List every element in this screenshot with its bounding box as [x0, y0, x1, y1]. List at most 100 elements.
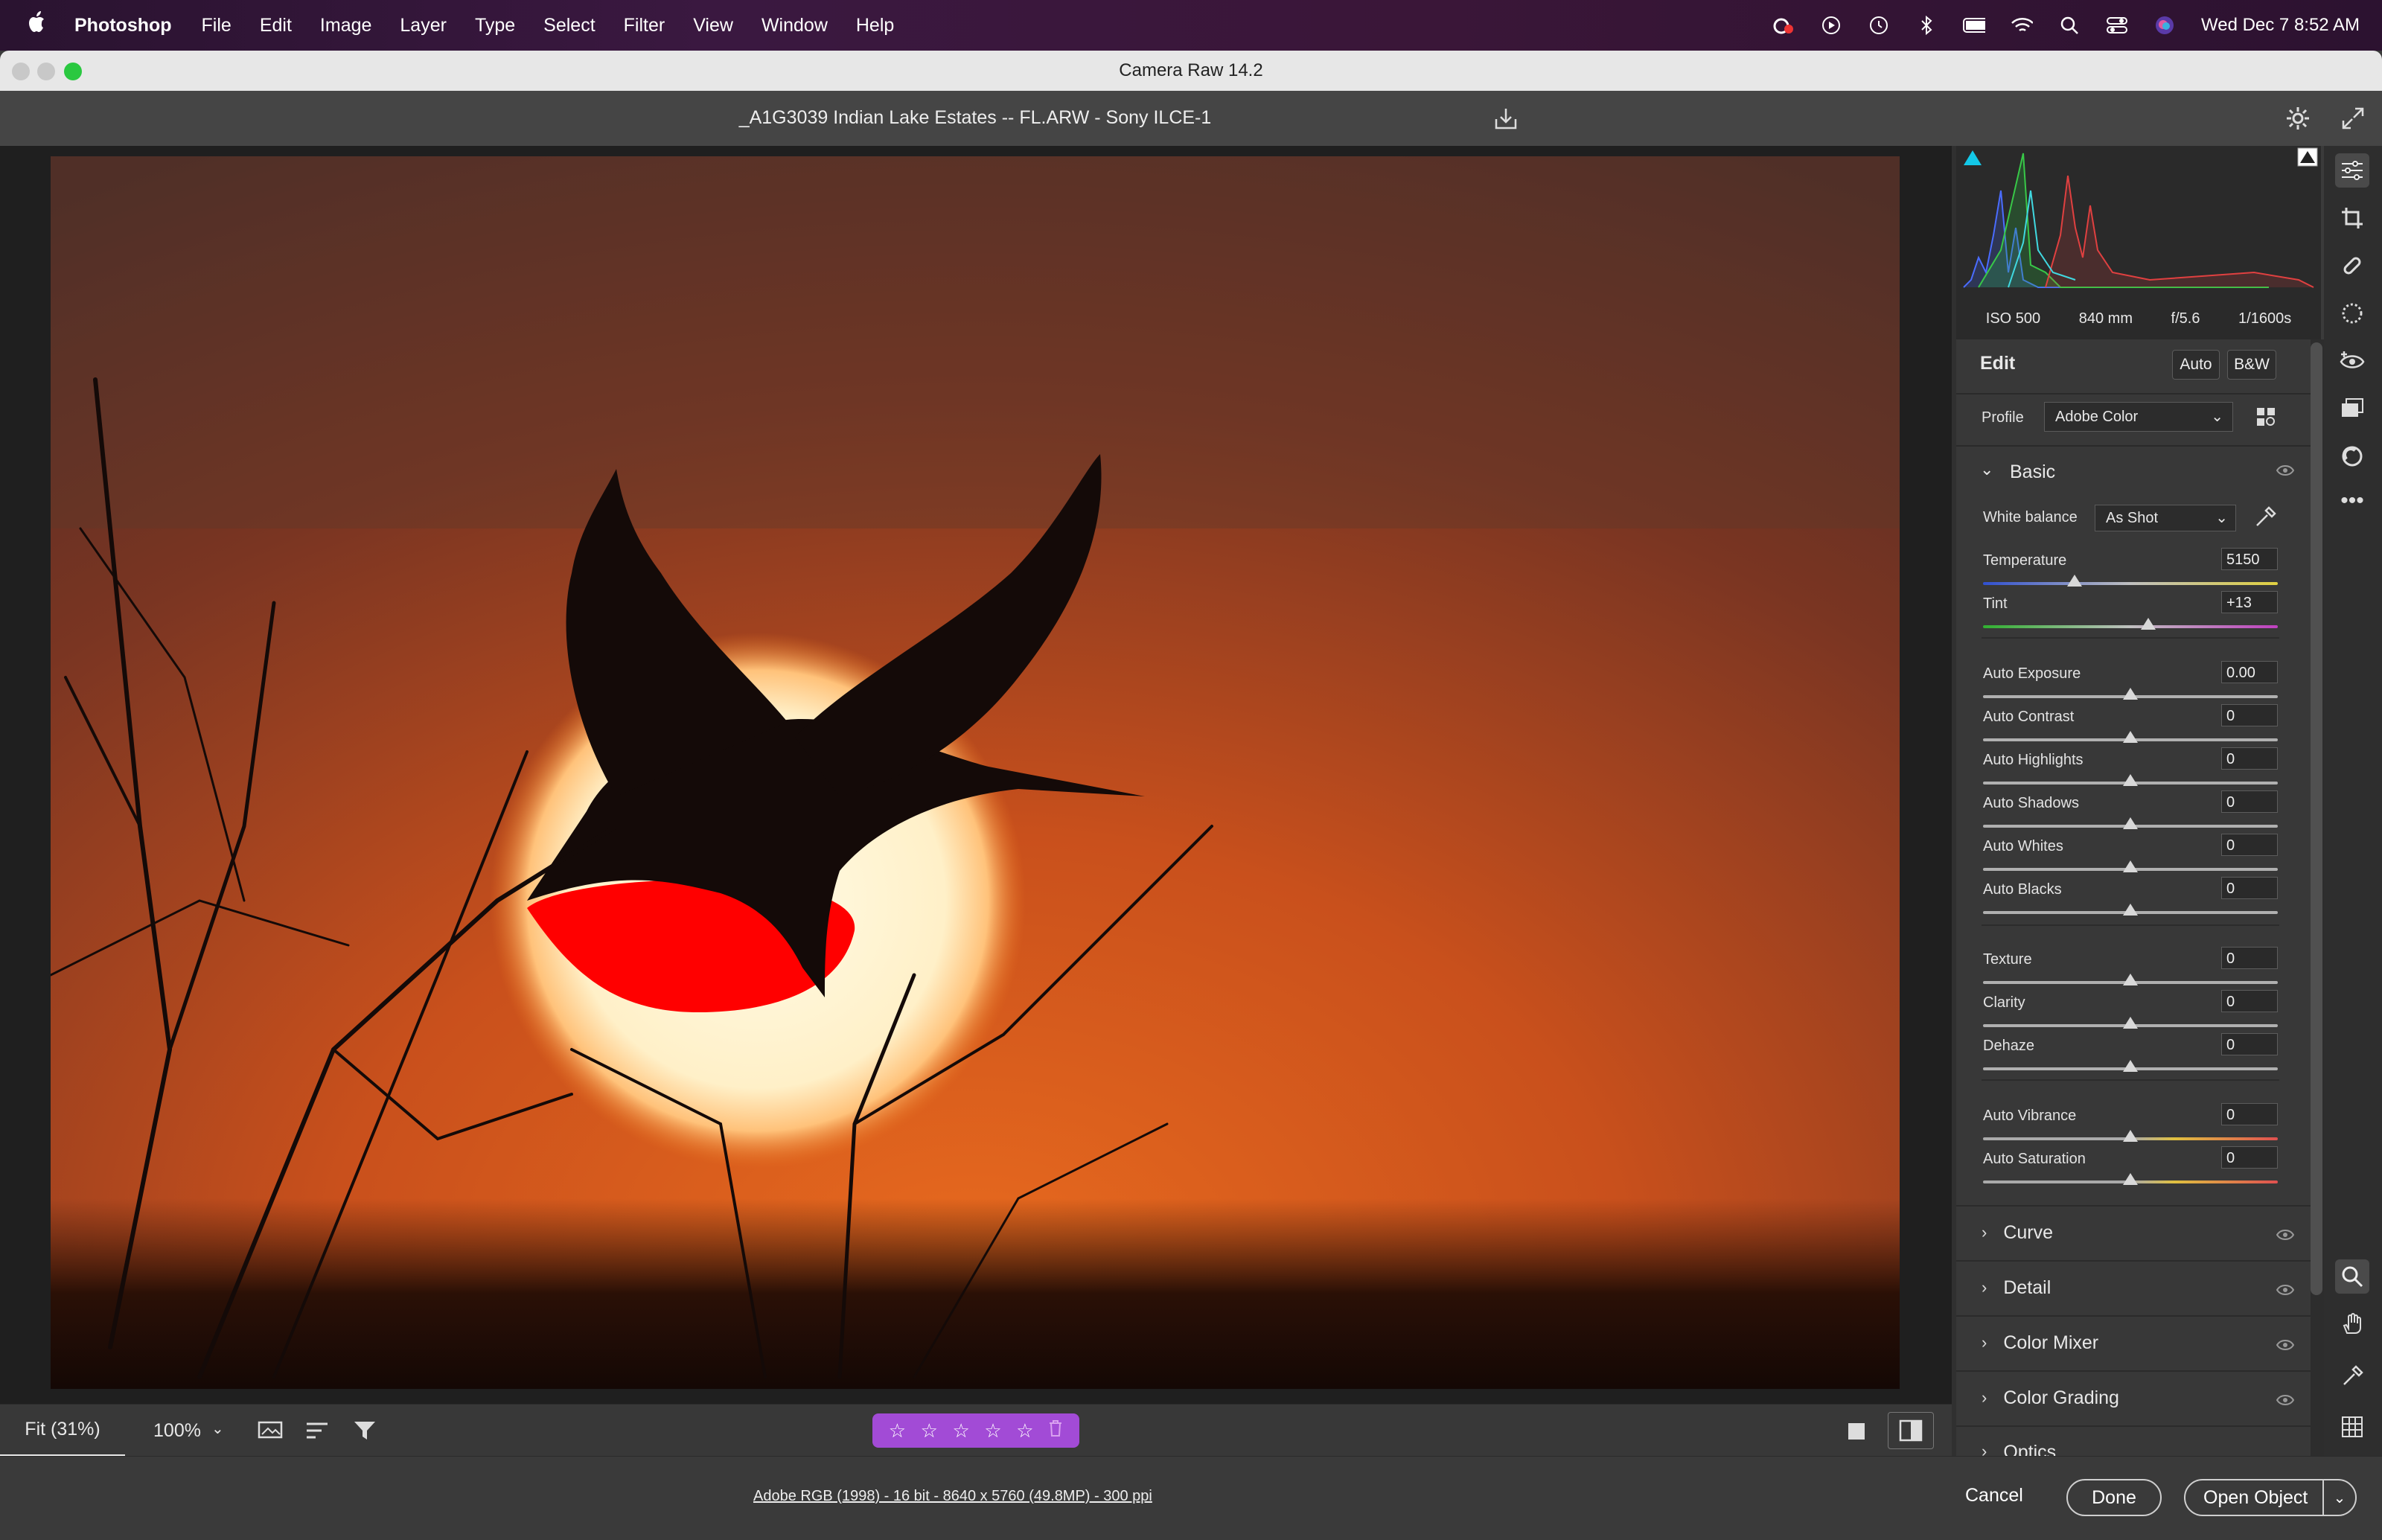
menu-filter[interactable]: Filter — [624, 15, 665, 36]
crop-icon[interactable] — [2335, 201, 2369, 235]
bluetooth-icon[interactable] — [1915, 14, 1938, 36]
bw-button[interactable]: B&W — [2227, 350, 2276, 380]
zoom-window-button[interactable] — [64, 63, 82, 80]
profile-select[interactable]: Adobe Color ⌄ — [2044, 402, 2233, 432]
auto-whites-value-input[interactable]: 0 — [2221, 834, 2278, 856]
panel-scrollbar-thumb[interactable] — [2311, 342, 2322, 1295]
texture-slider-thumb[interactable] — [2123, 974, 2138, 985]
section-optics[interactable]: › Optics — [1956, 1425, 2311, 1456]
menu-type[interactable]: Type — [475, 15, 515, 36]
grid-overlay-icon[interactable] — [2335, 1410, 2369, 1444]
temperature-slider-track[interactable] — [1983, 582, 2278, 585]
tint-slider-thumb[interactable] — [2140, 618, 2156, 630]
profile-browser-icon[interactable] — [2255, 406, 2278, 432]
auto-contrast-value-input[interactable]: 0 — [2221, 704, 2278, 726]
wifi-icon[interactable] — [2011, 14, 2033, 36]
menu-select[interactable]: Select — [543, 15, 595, 36]
sunset-bird-photo[interactable] — [51, 156, 1900, 1389]
red-eye-icon[interactable] — [2335, 344, 2369, 378]
detail-eye-icon[interactable] — [2276, 1279, 2295, 1297]
auto-whites-slider-thumb[interactable] — [2123, 860, 2138, 872]
menu-layer[interactable]: Layer — [400, 15, 447, 36]
texture-value-input[interactable]: 0 — [2221, 947, 2278, 969]
auto-blacks-value-input[interactable]: 0 — [2221, 877, 2278, 899]
trash-icon[interactable] — [1048, 1419, 1063, 1442]
temperature-slider-thumb[interactable] — [2066, 575, 2082, 587]
apple-menu-icon[interactable] — [0, 10, 74, 40]
presets-icon[interactable] — [2335, 392, 2369, 426]
open-object-button[interactable]: Open Object ⌄ — [2184, 1479, 2357, 1516]
auto-vibrance-slider-thumb[interactable] — [2123, 1130, 2138, 1142]
close-window-button[interactable] — [12, 63, 30, 80]
basic-section-title[interactable]: Basic — [2010, 461, 2055, 483]
cancel-button[interactable]: Cancel — [1965, 1485, 2023, 1507]
section-curve[interactable]: › Curve — [1956, 1205, 2311, 1259]
fit-zoom-button[interactable]: Fit (31%) — [0, 1405, 125, 1457]
highlight-clipping-icon[interactable] — [2297, 147, 2318, 170]
healing-bandage-icon[interactable] — [2335, 249, 2369, 283]
play-icon[interactable] — [1820, 14, 1842, 36]
auto-saturation-value-input[interactable]: 0 — [2221, 1146, 2278, 1169]
snapshots-icon[interactable] — [2335, 439, 2369, 473]
menu-edit[interactable]: Edit — [260, 15, 292, 36]
before-after-view-button[interactable] — [1888, 1412, 1934, 1449]
dehaze-value-input[interactable]: 0 — [2221, 1033, 2278, 1055]
auto-highlights-slider-thumb[interactable] — [2123, 774, 2138, 786]
filmstrip-icon[interactable] — [258, 1419, 284, 1447]
clarity-value-input[interactable]: 0 — [2221, 990, 2278, 1012]
done-button[interactable]: Done — [2066, 1479, 2162, 1516]
settings-gear-icon[interactable] — [2285, 106, 2311, 136]
color-sampler-icon[interactable] — [2335, 1359, 2369, 1393]
workflow-options-link[interactable]: Adobe RGB (1998) - 16 bit - 8640 x 5760 … — [753, 1488, 1152, 1505]
auto-highlights-value-input[interactable]: 0 — [2221, 747, 2278, 770]
basic-visibility-eye-icon[interactable] — [2276, 464, 2295, 482]
color-grading-eye-icon[interactable] — [2276, 1390, 2295, 1408]
spotlight-search-icon[interactable] — [2058, 14, 2081, 36]
auto-blacks-slider-thumb[interactable] — [2123, 904, 2138, 916]
menu-view[interactable]: View — [693, 15, 733, 36]
time-machine-icon[interactable] — [1868, 14, 1890, 36]
menu-window[interactable]: Window — [761, 15, 828, 36]
auto-shadows-slider-thumb[interactable] — [2123, 817, 2138, 829]
star-2-icon[interactable]: ☆ — [921, 1419, 938, 1442]
creative-cloud-icon[interactable] — [1772, 14, 1795, 36]
star-5-icon[interactable]: ☆ — [1016, 1419, 1033, 1442]
curve-eye-icon[interactable] — [2276, 1224, 2295, 1242]
clarity-slider-thumb[interactable] — [2123, 1017, 2138, 1029]
menu-file[interactable]: File — [202, 15, 232, 36]
auto-saturation-slider-thumb[interactable] — [2123, 1173, 2138, 1185]
star-1-icon[interactable]: ☆ — [889, 1419, 906, 1442]
basic-collapse-chevron-icon[interactable]: ⌄ — [1980, 460, 1993, 479]
save-image-icon[interactable] — [1493, 106, 1519, 136]
shadow-clipping-icon[interactable] — [1962, 149, 1983, 170]
temperature-value-input[interactable]: 5150 — [2221, 548, 2278, 570]
auto-shadows-value-input[interactable]: 0 — [2221, 790, 2278, 813]
menu-image[interactable]: Image — [320, 15, 371, 36]
fullscreen-icon[interactable] — [2340, 106, 2366, 136]
auto-exposure-slider-thumb[interactable] — [2123, 688, 2138, 700]
more-options-icon[interactable]: ••• — [2335, 484, 2369, 518]
battery-icon[interactable] — [1963, 14, 1985, 36]
masking-icon[interactable] — [2335, 296, 2369, 330]
edit-sliders-icon[interactable] — [2335, 153, 2369, 188]
control-center-icon[interactable] — [2106, 14, 2128, 36]
siri-icon[interactable] — [2153, 14, 2176, 36]
section-color-grading[interactable]: › Color Grading — [1956, 1370, 2311, 1424]
dehaze-slider-thumb[interactable] — [2123, 1060, 2138, 1072]
single-view-icon[interactable] — [1846, 1421, 1867, 1447]
auto-vibrance-value-input[interactable]: 0 — [2221, 1103, 2278, 1125]
histogram[interactable] — [1956, 146, 2321, 298]
minimize-window-button[interactable] — [37, 63, 55, 80]
auto-exposure-value-input[interactable]: 0.00 — [2221, 661, 2278, 683]
tint-slider-track[interactable] — [1983, 625, 2278, 628]
zoom-dropdown-icon[interactable]: ⌄ — [211, 1419, 224, 1438]
hand-tool-icon[interactable] — [2335, 1307, 2369, 1341]
color-mixer-eye-icon[interactable] — [2276, 1335, 2295, 1352]
star-3-icon[interactable]: ☆ — [953, 1419, 970, 1442]
sort-icon[interactable] — [305, 1421, 331, 1447]
menu-help[interactable]: Help — [856, 15, 894, 36]
app-menu-photoshop[interactable]: Photoshop — [74, 15, 172, 36]
filter-icon[interactable] — [353, 1419, 378, 1447]
zoom-tool-icon[interactable] — [2335, 1259, 2369, 1294]
section-detail[interactable]: › Detail — [1956, 1260, 2311, 1314]
